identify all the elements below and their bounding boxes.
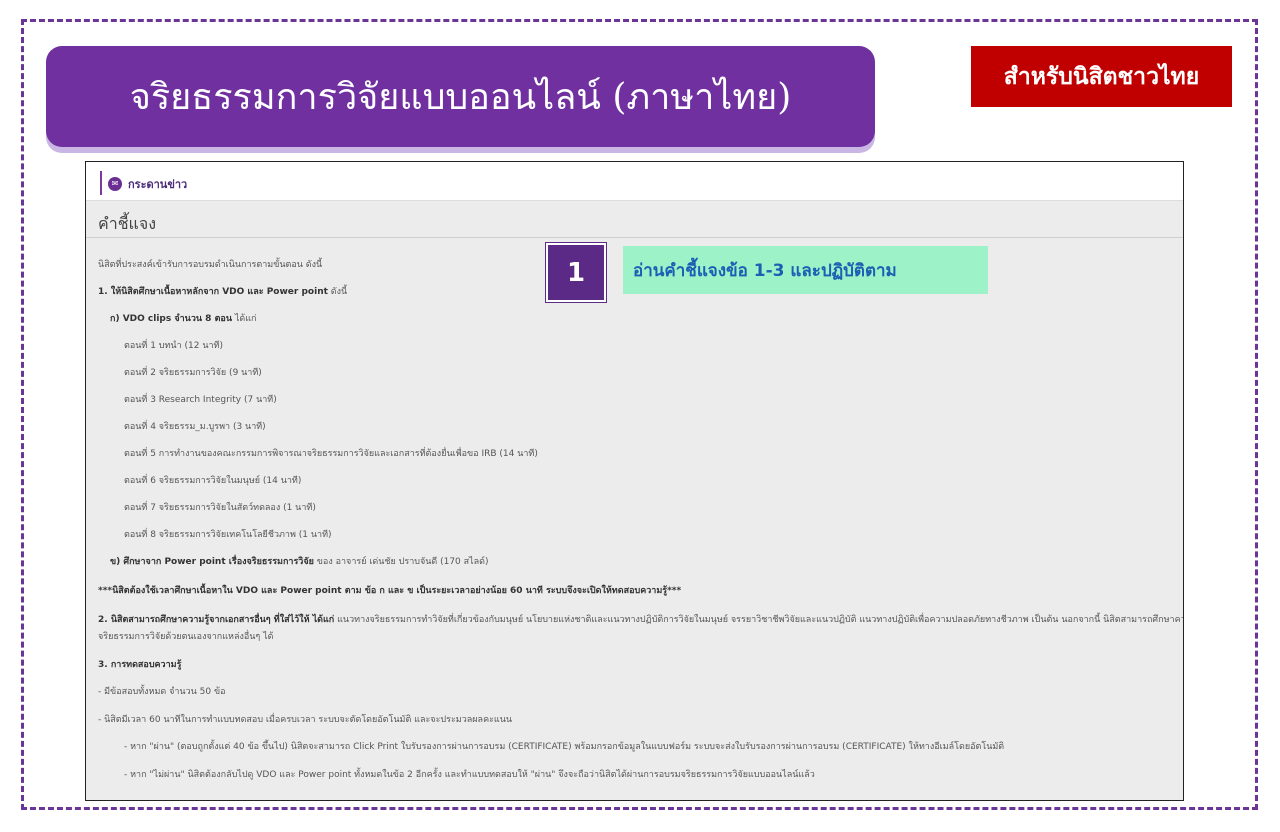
item-1a-bold: ก) VDO clips จำนวน 8 ตอน [110,314,232,324]
pass-text: - หาก "ผ่าน" (ตอบถูกตั้งแต่ 40 ข้อ ขึ้นไ… [124,742,1005,752]
episode-item[interactable]: ตอนที่ 6 จริยธรรมการวิจัยในมนุษย์ (14 นา… [124,473,301,487]
item-2: 2. นิสิตสามารถศึกษาความรู้จากเอกสารอื่นๆ… [98,612,1184,626]
step-instruction: อ่านคำชี้แจงข้อ 1-3 และปฏิบัติตาม [623,246,988,294]
audience-badge: สำหรับนิสิตชาวไทย [971,46,1232,107]
episode-item[interactable]: ตอนที่ 8 จริยธรรมการวิจัยเทคโนโลยีชีวภาพ… [124,527,332,541]
forum-icon[interactable]: ✉ [108,177,122,191]
item-1b: ข) ศึกษาจาก Power point เรื่องจริยธรรมกา… [110,554,489,568]
item-1-tail: ดังนี้ [327,287,348,297]
item-1a: ก) VDO clips จำนวน 8 ตอน ได้แก่ [110,311,256,325]
title-banner: จริยธรรมการวิจัยแบบออนไลน์ (ภาษาไทย) [46,46,875,147]
section-header: คำชี้แจง [86,201,1183,238]
item-1: 1. ให้นิสิตศึกษาเนื้อหาหลักจาก VDO และ P… [98,284,347,298]
item-1a-tail: ได้แก่ [231,314,257,324]
episode-item[interactable]: ตอนที่ 4 จริยธรรม_ม.บูรพา (3 นาที) [124,419,266,433]
test-time: - นิสิตมีเวลา 60 นาทีในการทำแบบทดสอบ เมื… [98,715,513,725]
test-total: - มีข้อสอบทั้งหมด จำนวน 50 ข้อ [98,687,226,697]
item-1b-bold: ข) ศึกษาจาก Power point เรื่องจริยธรรมกา… [110,557,314,567]
page-title: จริยธรรมการวิจัยแบบออนไลน์ (ภาษาไทย) [129,77,792,118]
item-2-line2: จริยธรรมการวิจัยด้วยตนเองจากแหล่งอื่นๆ ไ… [98,632,274,642]
intro-text: นิสิตที่ประสงค์เข้ารับการอบรมดำเนินการตา… [98,260,323,270]
step-number-badge: 1 [546,243,606,302]
episode-item[interactable]: ตอนที่ 3 Research Integrity (7 นาที) [124,392,277,406]
study-time-note: ***นิสิตต้องใช้เวลาศึกษาเนื้อหาใน VDO แล… [98,586,682,596]
episode-item[interactable]: ตอนที่ 5 การทำงานของคณะกรรมการพิจารณาจริ… [124,446,538,460]
episode-item[interactable]: ตอนที่ 7 จริยธรรมการวิจัยในสัตว์ทดลอง (1… [124,500,316,514]
episode-item[interactable]: ตอนที่ 2 จริยธรรมการวิจัย (9 นาที) [124,365,262,379]
item-1b-tail: ของ อาจารย์ เด่นชัย ปราบจันดี (170 สไลด์… [313,557,489,567]
forum-link[interactable]: กระดานข่าว [128,175,187,193]
fail-text: - หาก "ไม่ผ่าน" นิสิตต้องกลับไปดู VDO แล… [124,770,815,780]
item-1-bold: 1. ให้นิสิตศึกษาเนื้อหาหลักจาก VDO และ P… [98,287,328,297]
item-3: 3. การทดสอบความรู้ [98,660,182,670]
section-title: คำชี้แจง [98,214,157,233]
episode-item[interactable]: ตอนที่ 1 บทนำ (12 นาที) [124,338,223,352]
forum-bar: ✉ กระดานข่าว [86,162,1183,201]
bar-accent [100,171,102,195]
item-2-bold: 2. นิสิตสามารถศึกษาความรู้จากเอกสารอื่นๆ… [98,615,335,625]
item-2-tail: แนวทางจริยธรรมการทำวิจัยที่เกี่ยวข้องกับ… [334,615,1184,625]
